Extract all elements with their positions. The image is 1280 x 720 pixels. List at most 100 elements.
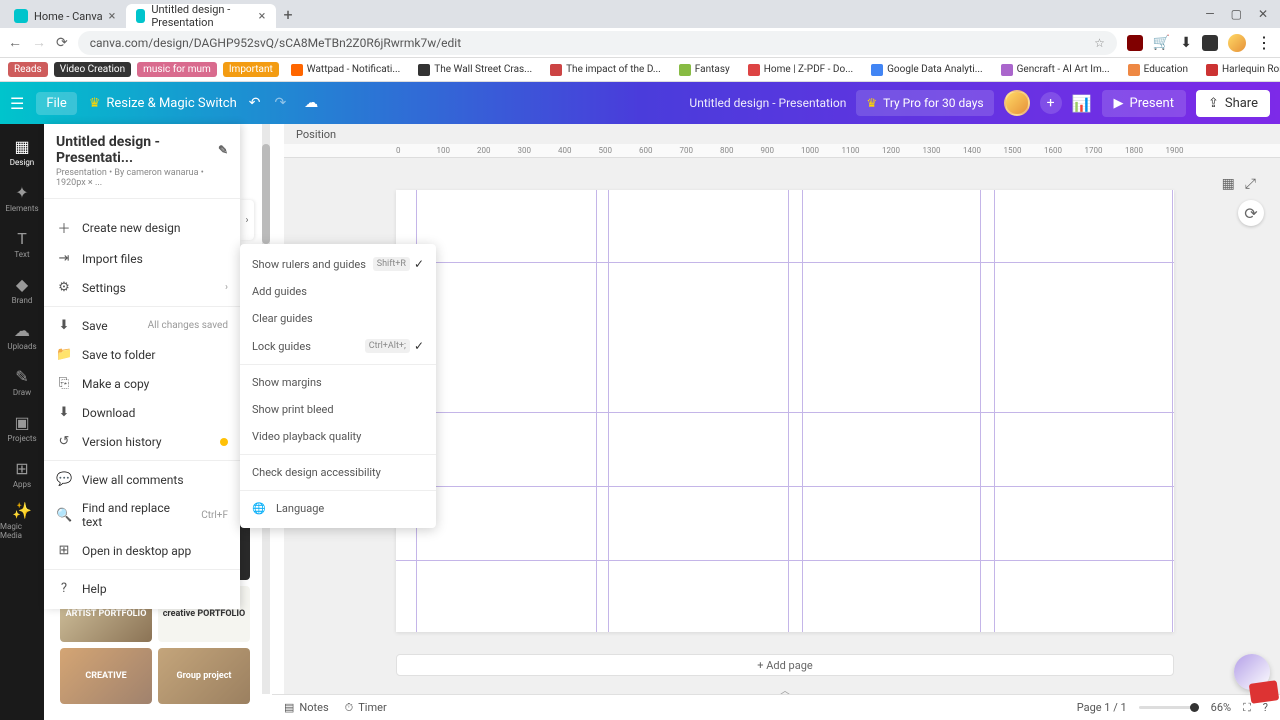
template-thumb[interactable]: Group project (158, 648, 250, 704)
help-icon[interactable]: ? (1263, 701, 1268, 714)
settings-add-guides[interactable]: Add guides (240, 278, 436, 305)
bookmark-reads[interactable]: Reads (8, 62, 48, 77)
notes-button[interactable]: ▤Notes (284, 701, 329, 714)
rail-magic-media[interactable]: ✨Magic Media (0, 498, 44, 542)
file-menu-version-history[interactable]: ↺Version history (44, 427, 240, 456)
file-menu-settings[interactable]: ⚙Settings› (44, 273, 240, 302)
bookmark-wallstreet[interactable]: The Wall Street Cras... (412, 62, 538, 78)
file-menu-create-new-design[interactable]: ＋Create new design (44, 211, 240, 244)
bookmark-zpdf[interactable]: Home | Z-PDF - Do... (742, 62, 859, 78)
analytics-icon[interactable]: 📊 (1072, 94, 1092, 113)
timer-button[interactable]: ⏱Timer (345, 701, 387, 715)
star-icon[interactable]: ☆ (1094, 36, 1105, 50)
horizontal-guide[interactable] (396, 560, 1174, 561)
grid-icon[interactable]: ▦ (1222, 176, 1235, 192)
file-menu-save[interactable]: ⬇SaveAll changes saved (44, 311, 240, 340)
file-button[interactable]: File (36, 92, 76, 115)
rail-text[interactable]: TText (0, 222, 44, 266)
profile-avatar[interactable] (1228, 34, 1246, 52)
file-menu-open-in-desktop-app[interactable]: ⊞Open in desktop app (44, 536, 240, 565)
tab-close-icon[interactable]: × (259, 9, 266, 24)
settings-clear-guides[interactable]: Clear guides (240, 305, 436, 332)
bookmark-impact[interactable]: The impact of the D... (544, 62, 667, 78)
settings-lock-guides[interactable]: Lock guidesCtrl+Alt+;✓ (240, 332, 436, 360)
horizontal-guide[interactable] (396, 262, 1174, 263)
zoom-slider-thumb[interactable] (1190, 703, 1199, 712)
vertical-guide[interactable] (802, 190, 803, 632)
tab-close-icon[interactable]: × (109, 9, 116, 24)
vertical-guide[interactable] (596, 190, 597, 632)
settings-check-design-accessibility[interactable]: Check design accessibility (240, 459, 436, 486)
vertical-guide[interactable] (994, 190, 995, 632)
rail-draw[interactable]: ✎Draw (0, 360, 44, 404)
canvas-page[interactable] (396, 190, 1174, 632)
back-button[interactable]: ← (8, 34, 22, 51)
fullscreen-icon[interactable]: ⛶ (1243, 701, 1251, 715)
new-tab-button[interactable]: + (276, 5, 301, 24)
close-icon[interactable]: ✕ (1258, 7, 1268, 21)
bookmark-gencraft[interactable]: Gencraft - AI Art Im... (995, 62, 1116, 78)
bookmark-music[interactable]: music for mum (137, 62, 217, 77)
bookmark-video[interactable]: Video Creation (54, 62, 131, 77)
file-menu-find-and-replace-text[interactable]: 🔍Find and replace textCtrl+F (44, 494, 240, 536)
ublock-icon[interactable] (1127, 35, 1143, 51)
rail-projects[interactable]: ▣Projects (0, 406, 44, 450)
refresh-button[interactable]: ⟳ (1238, 200, 1264, 226)
maximize-icon[interactable]: ▢ (1231, 7, 1242, 21)
horizontal-guide[interactable] (396, 412, 1174, 413)
cart-icon[interactable]: 🛒 (1153, 35, 1170, 51)
file-menu-make-a-copy[interactable]: ⎘Make a copy (44, 369, 240, 398)
present-button[interactable]: ▶ Present (1102, 90, 1186, 117)
minimize-icon[interactable]: — (1205, 7, 1214, 21)
download-icon[interactable]: ⬇ (1180, 35, 1192, 51)
slide-tray-handle[interactable]: ︿ (774, 682, 796, 690)
menu-icon[interactable]: ⋮ (1256, 33, 1272, 52)
share-button[interactable]: ⇪ Share (1196, 90, 1270, 117)
bookmark-important[interactable]: Important (223, 62, 279, 77)
settings-show-rulers-and-guides[interactable]: Show rulers and guidesShift+R✓ (240, 250, 436, 278)
rail-uploads[interactable]: ☁Uploads (0, 314, 44, 358)
bookmark-google[interactable]: Google Data Analyti... (865, 62, 989, 78)
bookmark-harlequin[interactable]: Harlequin Romance... (1200, 62, 1280, 78)
undo-button[interactable]: ↶ (249, 95, 261, 111)
document-title[interactable]: Untitled design - Presentation (689, 96, 846, 110)
settings-show-margins[interactable]: Show margins (240, 369, 436, 396)
rail-design[interactable]: ▦Design (0, 130, 44, 174)
horizontal-guide[interactable] (396, 486, 1174, 487)
user-avatar[interactable] (1004, 90, 1030, 116)
rail-apps[interactable]: ⊞Apps (0, 452, 44, 496)
bookmark-wattpad[interactable]: Wattpad - Notificati... (285, 62, 406, 78)
add-user-button[interactable]: + (1040, 92, 1062, 114)
floating-badge[interactable] (1249, 680, 1280, 704)
vertical-guide[interactable] (980, 190, 981, 632)
file-menu-help[interactable]: ?Help (44, 574, 240, 603)
design-title[interactable]: Untitled design - Presentati... (56, 134, 218, 166)
file-menu-view-all-comments[interactable]: 💬View all comments (44, 465, 240, 494)
edit-title-icon[interactable]: ✎ (218, 143, 228, 157)
settings-language[interactable]: 🌐Language (240, 495, 436, 522)
cloud-sync-icon[interactable]: ☁ (304, 95, 318, 111)
vertical-guide[interactable] (1172, 190, 1173, 632)
resize-button[interactable]: ♛ Resize & Magic Switch (89, 96, 237, 111)
rail-elements[interactable]: ✦Elements (0, 176, 44, 220)
file-menu-save-to-folder[interactable]: 📁Save to folder (44, 340, 240, 369)
vertical-guide[interactable] (608, 190, 609, 632)
bookmark-fantasy[interactable]: Fantasy (673, 62, 736, 78)
tab-untitled-design[interactable]: Untitled design - Presentation × (126, 4, 276, 28)
file-menu-download[interactable]: ⬇Download (44, 398, 240, 427)
settings-video-playback-quality[interactable]: Video playback quality (240, 423, 436, 450)
position-button[interactable]: Position (296, 128, 336, 141)
zoom-percent[interactable]: 66% (1211, 701, 1231, 714)
bookmark-education[interactable]: Education (1122, 62, 1194, 78)
add-page-button[interactable]: + Add page (396, 654, 1174, 676)
address-bar[interactable]: canva.com/design/DAGHP952svQ/sCA8MeTBn2Z… (78, 31, 1117, 55)
settings-show-print-bleed[interactable]: Show print bleed (240, 396, 436, 423)
reload-button[interactable]: ⟳ (56, 35, 68, 51)
try-pro-button[interactable]: ♛ Try Pro for 30 days (856, 90, 993, 116)
collapse-panel-button[interactable]: › (240, 200, 254, 240)
vertical-guide[interactable] (788, 190, 789, 632)
expand-icon[interactable]: ⤢ (1245, 176, 1256, 192)
template-thumb[interactable]: CREATIVE (60, 648, 152, 704)
scrollbar-thumb[interactable] (262, 144, 270, 244)
file-menu-import-files[interactable]: ⇥Import files (44, 244, 240, 273)
